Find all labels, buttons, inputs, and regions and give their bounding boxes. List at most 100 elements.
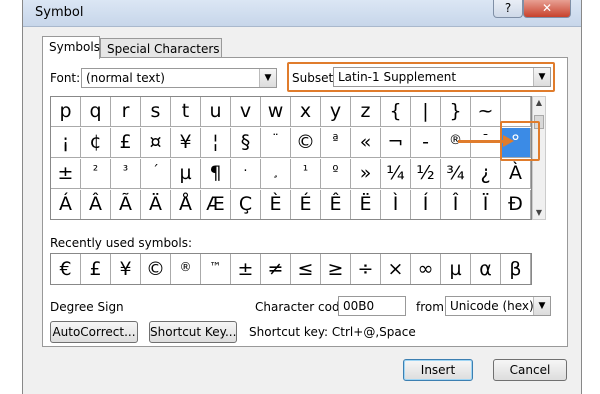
recent-symbol-cell[interactable]: ± — [231, 254, 261, 284]
symbol-cell[interactable]: « — [351, 128, 381, 158]
recent-symbol-cell[interactable]: € — [51, 254, 81, 284]
symbol-cell[interactable]: ½ — [411, 159, 441, 189]
title-bar: Symbol ? ✕ — [23, 0, 581, 27]
chevron-down-icon[interactable]: ▼ — [259, 69, 276, 87]
tab-special-characters[interactable]: Special Characters — [100, 38, 222, 58]
symbol-cell[interactable]: - — [411, 128, 441, 158]
symbol-cell[interactable]: Ã — [111, 190, 141, 219]
chevron-down-icon[interactable]: ▼ — [533, 68, 550, 86]
symbol-cell[interactable]: t — [171, 97, 201, 127]
recent-symbol-cell[interactable]: ™ — [201, 254, 231, 284]
symbol-cell[interactable]: p — [51, 97, 81, 127]
dialog-title: Symbol — [35, 5, 84, 20]
from-label: from: — [416, 300, 448, 314]
recent-symbol-cell[interactable]: α — [471, 254, 501, 284]
from-dropdown[interactable]: Unicode (hex) ▼ — [445, 296, 551, 316]
recent-symbol-cell[interactable]: © — [141, 254, 171, 284]
symbol-cell[interactable]: v — [231, 97, 261, 127]
symbol-cell[interactable]: · — [231, 159, 261, 189]
symbol-cell[interactable]: u — [201, 97, 231, 127]
symbol-cell[interactable]: Á — [51, 190, 81, 219]
symbol-cell[interactable]: ¯ — [471, 128, 501, 158]
scroll-down-icon[interactable]: ▼ — [533, 207, 545, 219]
recent-symbol-cell[interactable]: µ — [441, 254, 471, 284]
symbol-cell[interactable]: ¿ — [471, 159, 501, 189]
symbol-cell[interactable]: Æ — [201, 190, 231, 219]
symbol-dialog: Symbol ? ✕ Symbols Special Characters Fo… — [22, 0, 582, 394]
symbol-cell[interactable]: z — [351, 97, 381, 127]
symbol-cell[interactable]: ¹ — [291, 159, 321, 189]
symbol-cell[interactable]: s — [141, 97, 171, 127]
help-button[interactable]: ? — [493, 0, 523, 18]
recent-symbol-cell[interactable]: ® — [171, 254, 201, 284]
symbol-cell[interactable]: µ — [171, 159, 201, 189]
symbol-cell[interactable]: ¬ — [381, 128, 411, 158]
symbol-cell[interactable]: Î — [441, 190, 471, 219]
symbol-cell[interactable]: À — [501, 159, 531, 189]
insert-button[interactable]: Insert — [403, 359, 473, 381]
symbol-cell[interactable]: ¼ — [381, 159, 411, 189]
symbol-cell[interactable]: È — [261, 190, 291, 219]
recent-symbol-cell[interactable]: ≠ — [261, 254, 291, 284]
font-value: (normal text) — [86, 71, 165, 85]
symbol-cell[interactable]: Ë — [351, 190, 381, 219]
symbol-cell[interactable]: º — [321, 159, 351, 189]
symbol-cell[interactable]: ³ — [111, 159, 141, 189]
autocorrect-button[interactable]: AutoCorrect... — [50, 321, 138, 343]
symbol-cell[interactable]: | — [411, 97, 441, 127]
symbol-cell[interactable]: Å — [171, 190, 201, 219]
character-code-input[interactable]: 00B0 — [338, 296, 406, 316]
recent-symbol-cell[interactable]: ∞ — [411, 254, 441, 284]
symbol-cell[interactable]: Ê — [321, 190, 351, 219]
recent-symbol-cell[interactable]: ≥ — [321, 254, 351, 284]
symbol-cell[interactable]: Ð — [501, 190, 531, 219]
symbol-cell[interactable]: ® — [441, 128, 471, 158]
symbol-cell[interactable]: ´ — [141, 159, 171, 189]
close-button[interactable]: ✕ — [523, 0, 571, 18]
recent-symbol-cell[interactable]: ≤ — [291, 254, 321, 284]
symbol-cell[interactable]: x — [291, 97, 321, 127]
symbol-cell[interactable]: Ä — [141, 190, 171, 219]
symbol-cell[interactable]: § — [231, 128, 261, 158]
symbol-cell[interactable]: ± — [51, 159, 81, 189]
symbol-cell[interactable]: { — [381, 97, 411, 127]
symbol-cell[interactable]: y — [321, 97, 351, 127]
symbol-cell[interactable]: Ç — [231, 190, 261, 219]
symbol-cell[interactable]: ¸ — [261, 159, 291, 189]
symbol-cell[interactable]: } — [441, 97, 471, 127]
recent-symbol-cell[interactable]: β — [501, 254, 531, 284]
symbol-cell[interactable]: ¢ — [81, 128, 111, 158]
recent-symbol-cell[interactable]: ¥ — [111, 254, 141, 284]
scroll-up-icon[interactable]: ▲ — [533, 97, 545, 109]
symbol-cell[interactable]: Ï — [471, 190, 501, 219]
symbol-cell[interactable]: ª — [321, 128, 351, 158]
recent-symbol-cell[interactable]: × — [381, 254, 411, 284]
symbol-cell[interactable]: ¦ — [201, 128, 231, 158]
symbol-cell[interactable]: ¤ — [141, 128, 171, 158]
subset-dropdown[interactable]: Latin-1 Supplement ▼ — [333, 67, 551, 87]
symbol-cell[interactable]: É — [291, 190, 321, 219]
symbol-cell[interactable]: Ì — [381, 190, 411, 219]
recent-symbol-cell[interactable]: ÷ — [351, 254, 381, 284]
symbol-cell[interactable]: ¶ — [201, 159, 231, 189]
symbol-cell[interactable]: ² — [81, 159, 111, 189]
font-dropdown[interactable]: (normal text) ▼ — [81, 68, 277, 88]
symbol-cell[interactable]: © — [291, 128, 321, 158]
symbol-cell[interactable]: ¡ — [51, 128, 81, 158]
symbol-cell[interactable]: ¾ — [441, 159, 471, 189]
symbol-cell[interactable]: £ — [111, 128, 141, 158]
recent-symbol-cell[interactable]: £ — [81, 254, 111, 284]
symbol-cell[interactable]: ¨ — [261, 128, 291, 158]
symbol-cell[interactable]: w — [261, 97, 291, 127]
symbol-cell[interactable]: r — [111, 97, 141, 127]
shortcut-key-button[interactable]: Shortcut Key... — [149, 321, 237, 343]
tab-symbols[interactable]: Symbols — [42, 36, 100, 59]
symbol-cell[interactable]: q — [81, 97, 111, 127]
symbol-cell[interactable]: Í — [411, 190, 441, 219]
symbol-cell[interactable]: Â — [81, 190, 111, 219]
symbol-cell[interactable]: ¥ — [171, 128, 201, 158]
chevron-down-icon[interactable]: ▼ — [533, 297, 550, 315]
symbol-cell[interactable]: ~ — [471, 97, 501, 127]
cancel-button[interactable]: Cancel — [493, 359, 567, 381]
symbol-cell[interactable]: » — [351, 159, 381, 189]
